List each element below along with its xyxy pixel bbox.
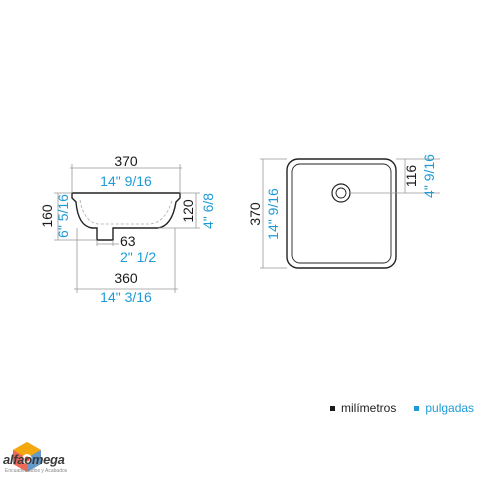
- drain-in: 2" 1/2: [120, 249, 156, 265]
- side-view: 370 14" 9/16 160 6" 5/16 120 4" 6/8 63 2…: [39, 153, 216, 305]
- depth-in: 14" 9/16: [265, 188, 281, 240]
- bottom-width-mm: 360: [114, 270, 138, 286]
- basin-top-outer: [286, 158, 397, 269]
- height-in: 6" 5/16: [55, 194, 71, 238]
- logo-tagline: Encuadernados y Acabados: [5, 468, 68, 474]
- drain-outer-circle: [331, 183, 351, 203]
- top-width-mm: 370: [114, 153, 138, 169]
- legend-in: pulgadas: [414, 401, 474, 415]
- top-width-in: 14" 9/16: [100, 173, 152, 189]
- technical-drawing: 370 14" 9/16 160 6" 5/16 120 4" 6/8 63 2…: [39, 153, 440, 305]
- drain-mm: 63: [120, 233, 136, 249]
- height-mm: 160: [39, 204, 55, 228]
- bottom-width-in: 14" 3/16: [100, 289, 152, 305]
- depth-mm: 370: [247, 202, 263, 226]
- basin-top-inner: [291, 163, 392, 264]
- inner-depth-in: 4" 6/8: [200, 193, 216, 229]
- mm-color-swatch: [330, 405, 335, 411]
- offset-mm: 116: [403, 165, 419, 188]
- drain-inner-circle: [335, 187, 347, 199]
- offset-in: 4" 9/16: [421, 154, 437, 198]
- top-view: 370 14" 9/16 116 4" 9/16: [247, 154, 440, 269]
- inner-bowl-line: [79, 199, 173, 225]
- logo-name: alfaomega: [3, 452, 65, 467]
- inner-depth-mm: 120: [180, 199, 196, 223]
- legend-mm: milímetros: [330, 401, 396, 415]
- legend-in-label: pulgadas: [425, 401, 475, 415]
- legend-mm-label: milímetros: [341, 401, 397, 415]
- units-legend: milímetros pulgadas: [330, 401, 474, 415]
- in-color-swatch: [414, 405, 420, 411]
